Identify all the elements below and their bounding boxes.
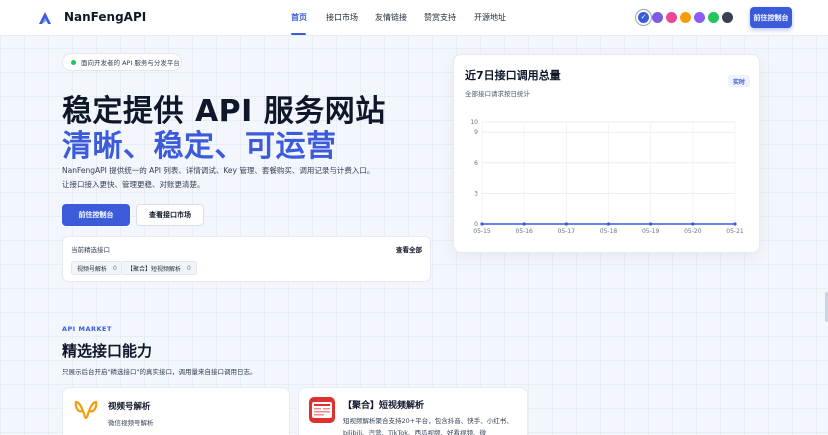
y-tick-label: 0 xyxy=(474,221,478,228)
nav-support[interactable]: 赞赏支持 xyxy=(424,12,456,23)
data-point xyxy=(480,222,484,226)
data-point xyxy=(691,222,695,226)
featured-label: 当前精选接口 xyxy=(71,246,110,254)
status-dot-icon xyxy=(71,59,76,65)
check-icon: ✓ xyxy=(640,13,647,21)
platform-pill: 面向开发者的 API 服务与分发平台 xyxy=(62,53,182,71)
console-button-top[interactable]: 前往控制台 xyxy=(750,7,792,28)
api-card-title: 视频号解析 xyxy=(108,402,151,412)
chip-count: 0 xyxy=(113,264,117,272)
nav-api-market[interactable]: 接口市场 xyxy=(326,12,358,23)
x-tick-label: 05-16 xyxy=(515,228,533,235)
usage-line-chart: 0 3 6 9 10 05-15 05-16 05-17 05-18 05-19 05-20 05-2… xyxy=(470,119,744,235)
data-point xyxy=(733,222,737,226)
theme-color-dark[interactable] xyxy=(722,12,733,23)
x-tick-label: 05-21 xyxy=(726,228,744,235)
api-card-title: 【聚合】短视频解析 xyxy=(343,401,425,411)
theme-color-indigo[interactable] xyxy=(652,12,663,23)
api-card-aggregate-video[interactable]: 【聚合】短视频解析 短视频解析聚合支持20+平台，包含抖音、快手、小红书、bil… xyxy=(298,387,528,435)
chip-label: 【聚合】短视频解析 xyxy=(127,265,182,273)
theme-color-violet[interactable] xyxy=(694,12,705,23)
nav-active-indicator xyxy=(291,33,306,35)
aggregate-video-icon xyxy=(309,397,335,423)
view-market-button[interactable]: 查看接口市场 xyxy=(136,204,204,226)
y-tick-label: 3 xyxy=(474,190,478,197)
y-tick-label: 10 xyxy=(470,119,478,126)
y-tick-label: 9 xyxy=(474,129,478,136)
logo-icon[interactable] xyxy=(37,10,53,26)
section-title: 精选接口能力 xyxy=(62,342,153,360)
api-market-tag: API MARKET xyxy=(62,325,112,333)
api-card-channels-video[interactable]: 视频号解析 微信视频号解析 xyxy=(62,387,290,435)
view-all-link[interactable]: 查看全部 xyxy=(396,244,422,254)
api-card-description: 微信视频号解析 xyxy=(108,419,154,427)
section-description: 只展示后台开启"精选接口"的真实接口，调用量来自接口调用日志。 xyxy=(62,368,257,376)
usage-chart-card: 近7日接口调用总量 全部接口请求按日统计 实时 0 3 6 9 10 05-15 05-16… xyxy=(453,54,760,253)
y-tick-label: 6 xyxy=(474,160,478,167)
nav-open-source[interactable]: 开源地址 xyxy=(474,12,506,23)
x-tick-label: 05-17 xyxy=(558,228,576,235)
api-card-description: 短视频解析聚合支持20+平台，包含抖音、快手、小红书、bilibili、汽营、T… xyxy=(343,417,513,435)
nav-home[interactable]: 首页 xyxy=(291,12,307,23)
theme-color-pink[interactable] xyxy=(666,12,677,23)
x-tick-label: 05-20 xyxy=(684,228,702,235)
chip-count: 0 xyxy=(187,264,191,272)
theme-color-blue[interactable]: ✓ xyxy=(638,12,649,23)
top-navbar: NanFengAPI 首页 接口市场 友情链接 赞赏支持 开源地址 ✓ 前往控制… xyxy=(0,0,828,36)
data-point xyxy=(649,222,653,226)
channels-video-icon xyxy=(74,400,98,420)
data-point xyxy=(564,222,568,226)
featured-chip[interactable]: 视频号解析 0 xyxy=(71,261,123,275)
chip-label: 视频号解析 xyxy=(77,265,108,273)
nav-friend-links[interactable]: 友情链接 xyxy=(375,12,407,23)
data-point xyxy=(522,222,526,226)
hero-subtitle: 清晰、稳定、可运营 xyxy=(62,129,337,164)
theme-color-amber[interactable] xyxy=(680,12,691,23)
featured-chip[interactable]: 【聚合】短视频解析 0 xyxy=(121,261,197,275)
x-tick-label: 05-15 xyxy=(473,228,491,235)
platform-pill-text: 面向开发者的 API 服务与分发平台 xyxy=(81,59,180,67)
hero-description: NanFengAPI 提供统一的 API 列表、详情调试、Key 管理、套餐购买… xyxy=(62,166,375,189)
theme-color-green[interactable] xyxy=(708,12,719,23)
x-tick-label: 05-18 xyxy=(600,228,618,235)
data-point xyxy=(606,222,611,226)
brand-name[interactable]: NanFengAPI xyxy=(64,10,146,24)
x-tick-label: 05-19 xyxy=(642,228,660,235)
theme-color-picker: ✓ xyxy=(638,10,733,26)
goto-console-button[interactable]: 前往控制台 xyxy=(62,204,130,226)
featured-apis-panel: 当前精选接口 查看全部 视频号解析 0 【聚合】短视频解析 0 xyxy=(62,236,431,282)
